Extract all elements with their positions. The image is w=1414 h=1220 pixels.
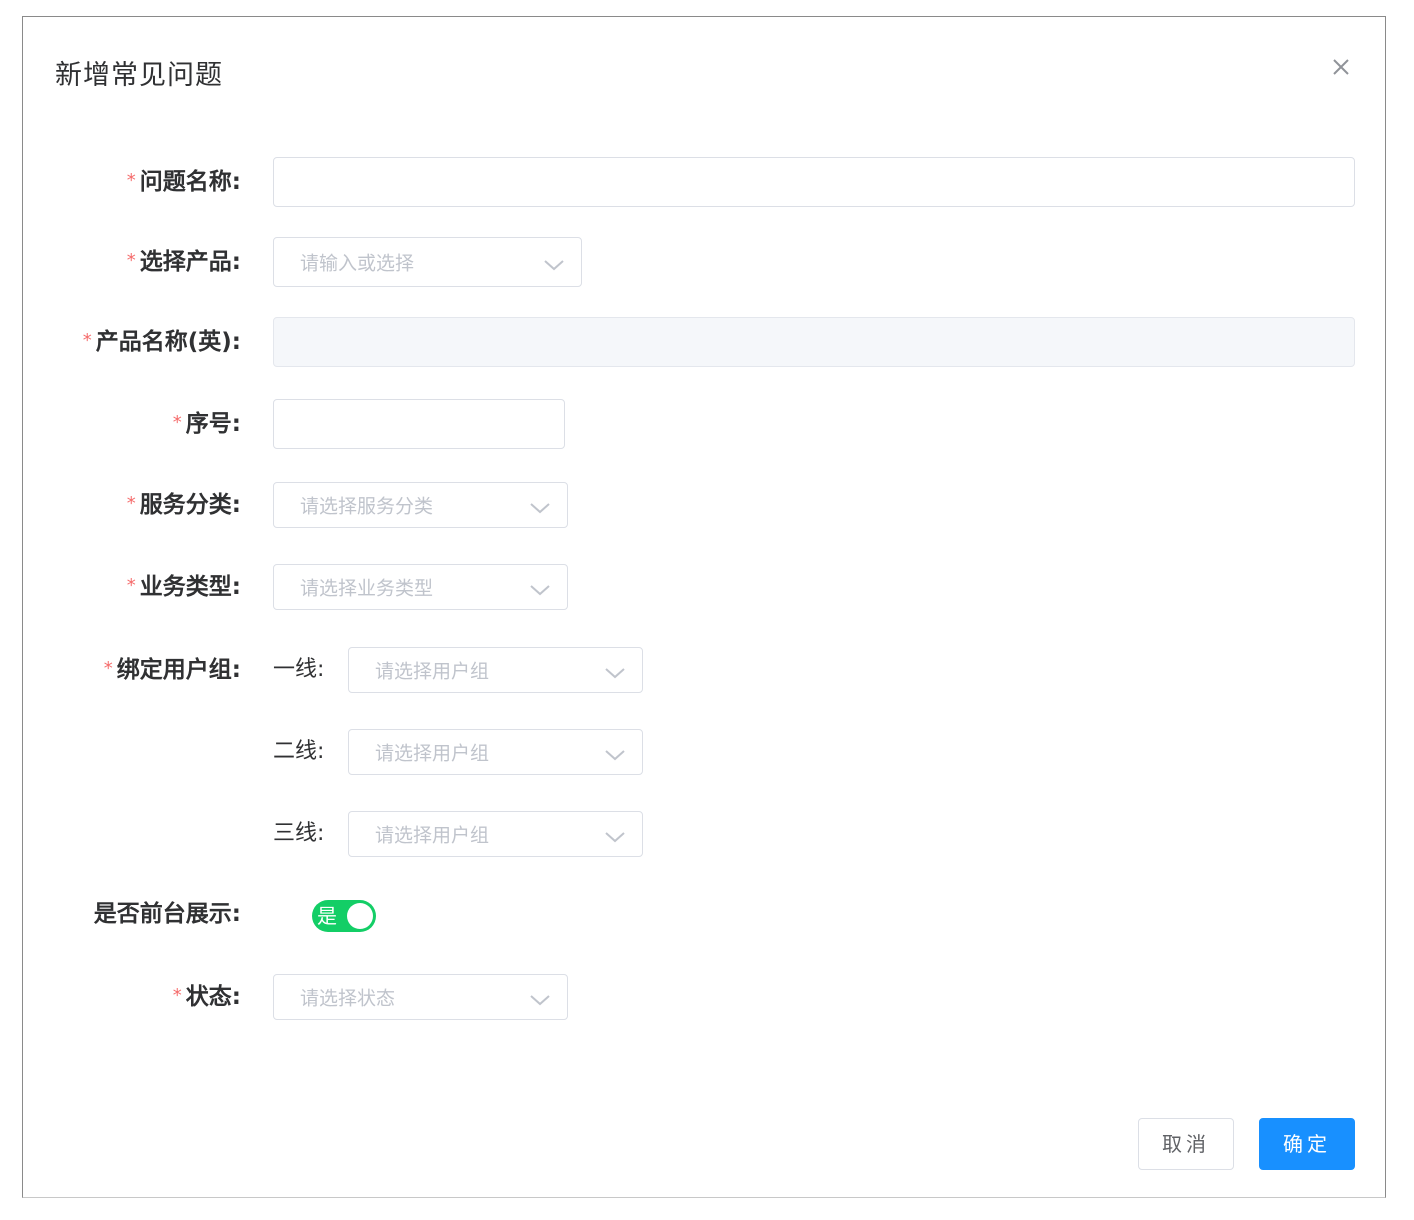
line-1-placeholder: 请选择用户组 [375, 660, 490, 683]
required-mark: * [172, 985, 182, 1006]
chevron-down-icon [605, 832, 625, 843]
chevron-down-icon [544, 260, 564, 271]
chevron-down-icon [530, 995, 550, 1006]
line-3-label: 三线: [273, 821, 325, 846]
dialog-title: 新增常见问题 [55, 60, 223, 91]
question-name-label: * 问题名称: [126, 169, 241, 195]
service-category-select[interactable]: 请选择服务分类 [273, 482, 568, 528]
line-1-label: 一线: [273, 657, 325, 682]
required-mark: * [126, 250, 136, 271]
product-placeholder: 请输入或选择 [300, 252, 415, 275]
line-3-placeholder: 请选择用户组 [375, 824, 490, 847]
frontend-display-label: 是否前台展示: [93, 901, 241, 927]
status-label: * 状态: [172, 984, 241, 1010]
frontend-display-switch[interactable]: 是 [312, 900, 376, 932]
required-mark: * [103, 658, 113, 679]
product-name-en-label: * 产品名称(英): [82, 329, 241, 355]
cancel-button[interactable]: 取消 [1138, 1118, 1234, 1170]
business-type-label: * 业务类型: [126, 574, 241, 600]
required-mark: * [126, 170, 136, 191]
switch-knob [347, 903, 373, 929]
question-name-input[interactable] [273, 157, 1355, 207]
line-1-user-group-select[interactable]: 请选择用户组 [348, 647, 643, 693]
sequence-label: * 序号: [172, 411, 241, 437]
confirm-button[interactable]: 确定 [1259, 1118, 1355, 1170]
chevron-down-icon [605, 668, 625, 679]
line-2-placeholder: 请选择用户组 [375, 742, 490, 765]
required-mark: * [172, 412, 182, 433]
sequence-input[interactable] [273, 399, 565, 449]
required-mark: * [82, 330, 92, 351]
line-3-user-group-select[interactable]: 请选择用户组 [348, 811, 643, 857]
close-icon[interactable] [1325, 51, 1357, 83]
service-category-placeholder: 请选择服务分类 [300, 495, 434, 518]
business-type-placeholder: 请选择业务类型 [300, 577, 434, 600]
service-category-label: * 服务分类: [126, 492, 241, 518]
add-faq-dialog: 新增常见问题 * 问题名称: * 选择产品: 请输入或选择 * 产品名称(英): * 序… [22, 16, 1386, 1198]
chevron-down-icon [530, 503, 550, 514]
business-type-select[interactable]: 请选择业务类型 [273, 564, 568, 610]
required-mark: * [126, 493, 136, 514]
status-select[interactable]: 请选择状态 [273, 974, 568, 1020]
product-select[interactable]: 请输入或选择 [273, 237, 582, 287]
switch-text: 是 [317, 904, 337, 928]
line-2-label: 二线: [273, 739, 325, 764]
product-label: * 选择产品: [126, 249, 241, 275]
chevron-down-icon [605, 750, 625, 761]
user-group-label: * 绑定用户组: [103, 657, 241, 683]
product-name-en-input [273, 317, 1355, 367]
chevron-down-icon [530, 585, 550, 596]
line-2-user-group-select[interactable]: 请选择用户组 [348, 729, 643, 775]
required-mark: * [126, 575, 136, 596]
status-placeholder: 请选择状态 [300, 987, 396, 1010]
